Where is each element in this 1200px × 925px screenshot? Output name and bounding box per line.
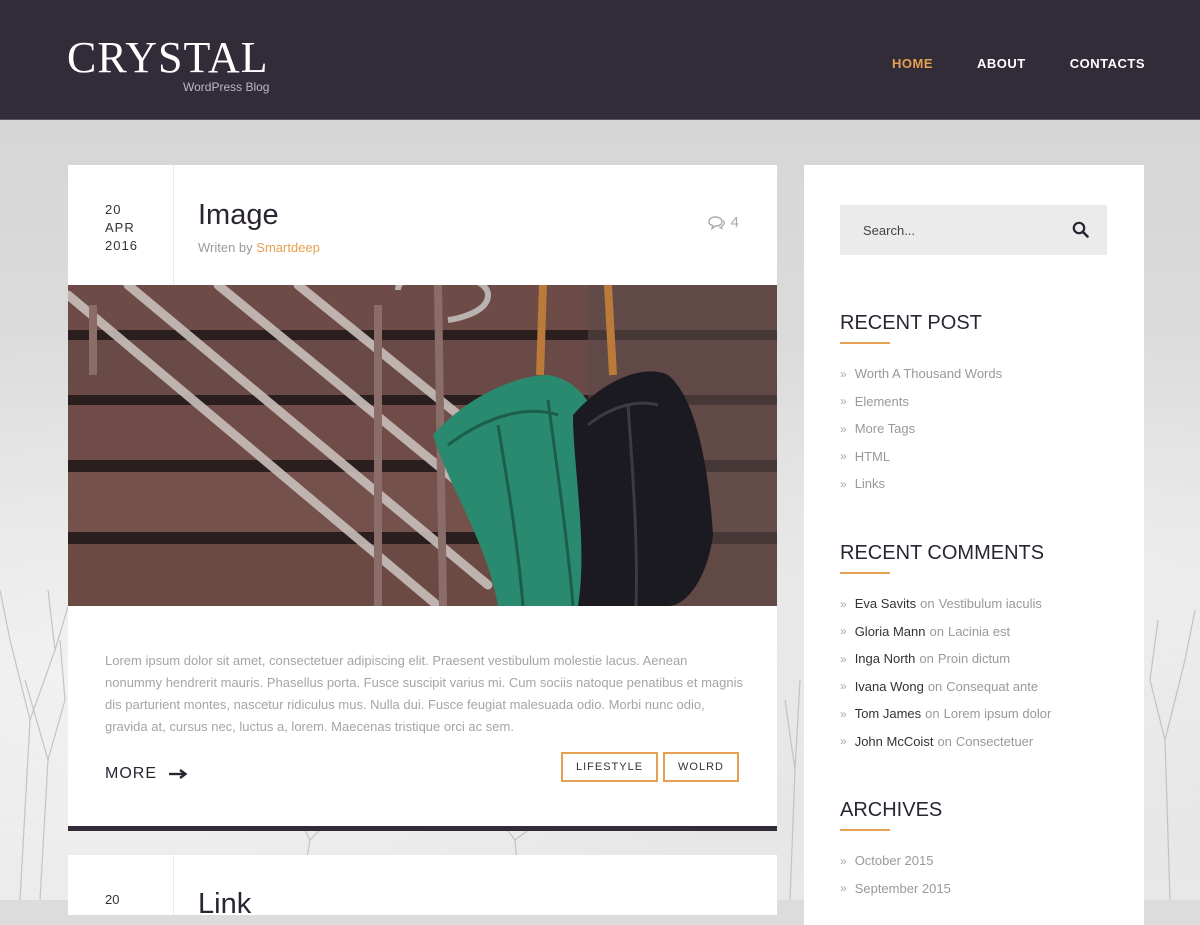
nav-about[interactable]: ABOUT [977,56,1026,71]
post-header: 20 APR 2016 Image Writen by Smartdeep 4 [68,165,777,285]
post2-date [68,855,174,915]
post-date-day: 20 [105,202,122,217]
read-more-label: MORE [105,765,157,782]
comment-author-link[interactable]: John McCoist [855,734,934,749]
comment-author-link[interactable]: Inga North [855,651,916,666]
post-card: 20 APR 2016 Image Writen by Smartdeep 4 [68,165,777,831]
recent-post-item[interactable]: » Links [840,470,1002,498]
recent-comments-title: RECENT COMMENTS [840,542,1045,564]
byline-prefix: Writen by [198,240,253,255]
recent-post-list: » Worth A Thousand Words » Elements » More … [840,360,1002,498]
comment-post-link[interactable]: Lacinia est [948,624,1010,639]
tag-world[interactable]: WOLRD [663,752,739,782]
post2-title[interactable]: Link [198,888,251,921]
arrow-right-icon [169,769,187,779]
archives-title: ARCHIVES [840,799,943,821]
recent-post-item[interactable]: » Worth A Thousand Words [840,360,1002,388]
comment-item: » Eva Savits on Vestibulum iaculis [840,590,1051,618]
post-featured-image[interactable] [68,285,777,606]
comment-item: » John McCoist on Consectetuer [840,728,1051,756]
comment-on-text: on [929,623,944,639]
comment-author-link[interactable]: Eva Savits [855,596,916,611]
post-date-month: APR [105,220,135,235]
post-byline: Writen by Smartdeep [198,240,320,255]
comment-on-text: on [937,733,952,749]
comment-author-link[interactable]: Tom James [855,706,921,721]
search-input[interactable] [840,205,1063,255]
comments-icon [707,215,725,230]
post-author-link[interactable]: Smartdeep [256,240,320,255]
chevron-right-icon: » [840,881,847,896]
recent-post-title: RECENT POST [840,312,982,334]
comment-item: » Ivana Wong on Consequat ante [840,673,1051,701]
archive-item[interactable]: » September 2015 [840,875,951,903]
comment-item: » Gloria Mann on Lacinia est [840,618,1051,646]
post-excerpt: Lorem ipsum dolor sit amet, consectetuer… [105,653,744,734]
comment-item: » Inga North on Proin dictum [840,645,1051,673]
comment-author-link[interactable]: Gloria Mann [855,624,926,639]
recent-post-label: Links [854,476,886,492]
read-more-link[interactable]: MORE [105,765,187,783]
chevron-right-icon: » [840,421,847,436]
comment-on-text: on [927,678,943,694]
chevron-right-icon: » [840,394,847,409]
archives-list: » October 2015 » September 2015 [840,847,951,902]
site-header: CRYSTAL WordPress Blog HOME ABOUT CONTAC… [0,0,1200,120]
comment-post-link[interactable]: Consectetuer [956,734,1033,749]
umbrellas-photo [68,285,777,606]
post-date-year: 2016 [105,238,138,253]
recent-post-label: Elements [854,393,909,409]
site-tagline: WordPress Blog [183,80,270,94]
tag-lifestyle[interactable]: LIFESTYLE [560,752,659,782]
archive-item[interactable]: » October 2015 [840,847,951,875]
recent-post-label: HTML [854,448,891,464]
comment-item: » Tom James on Lorem ipsum dolor [840,700,1051,728]
search-icon[interactable] [1072,221,1089,238]
recent-comments-underline [840,572,890,574]
comment-on-text: on [919,651,934,667]
comment-author-link[interactable]: Ivana Wong [855,679,924,694]
chevron-right-icon: » [840,734,847,749]
sidebar: RECENT POST » Worth A Thousand Words » Ele… [804,165,1144,925]
chevron-right-icon: » [840,596,847,611]
comment-post-link[interactable]: Consequat ante [946,679,1038,694]
comment-post-link[interactable]: Vestibulum iaculis [939,596,1042,611]
nav-contacts[interactable]: CONTACTS [1070,56,1145,71]
recent-post-label: More Tags [854,421,916,437]
post-tags: LIFESTYLE WOLRD [560,752,739,782]
recent-post-underline [840,342,890,344]
recent-post-item[interactable]: » HTML [840,443,1002,471]
site-logo[interactable]: CRYSTAL [67,36,269,80]
comment-on-text: on [920,596,935,612]
recent-comments-list: » Eva Savits on Vestibulum iaculis » Gloria … [840,590,1051,755]
chevron-right-icon: » [840,679,847,694]
post-title[interactable]: Image [198,199,279,232]
comment-post-link[interactable]: Proin dictum [938,651,1010,666]
comment-post-link[interactable]: Lorem ipsum dolor [944,706,1052,721]
comment-count[interactable]: 4 [707,214,739,231]
comment-on-text: on [925,706,940,722]
chevron-right-icon: » [840,853,847,868]
chevron-right-icon: » [840,366,847,381]
main-nav: HOME ABOUT CONTACTS [892,56,1145,71]
archives-underline [840,829,890,831]
chevron-right-icon: » [840,624,847,639]
post-card-second: 20 Link [68,855,777,920]
post-date: 20 APR 2016 [68,165,174,285]
recent-post-label: Worth A Thousand Words [854,366,1003,382]
recent-post-item[interactable]: » More Tags [840,415,1002,443]
archive-label: September 2015 [854,880,951,896]
chevron-right-icon: » [840,706,847,721]
nav-home[interactable]: HOME [892,56,933,71]
search-box [840,205,1107,255]
comment-count-value: 4 [730,214,739,231]
chevron-right-icon: » [840,449,847,464]
chevron-right-icon: » [840,651,847,666]
archive-label: October 2015 [854,853,934,869]
recent-post-item[interactable]: » Elements [840,388,1002,416]
chevron-right-icon: » [840,476,847,491]
